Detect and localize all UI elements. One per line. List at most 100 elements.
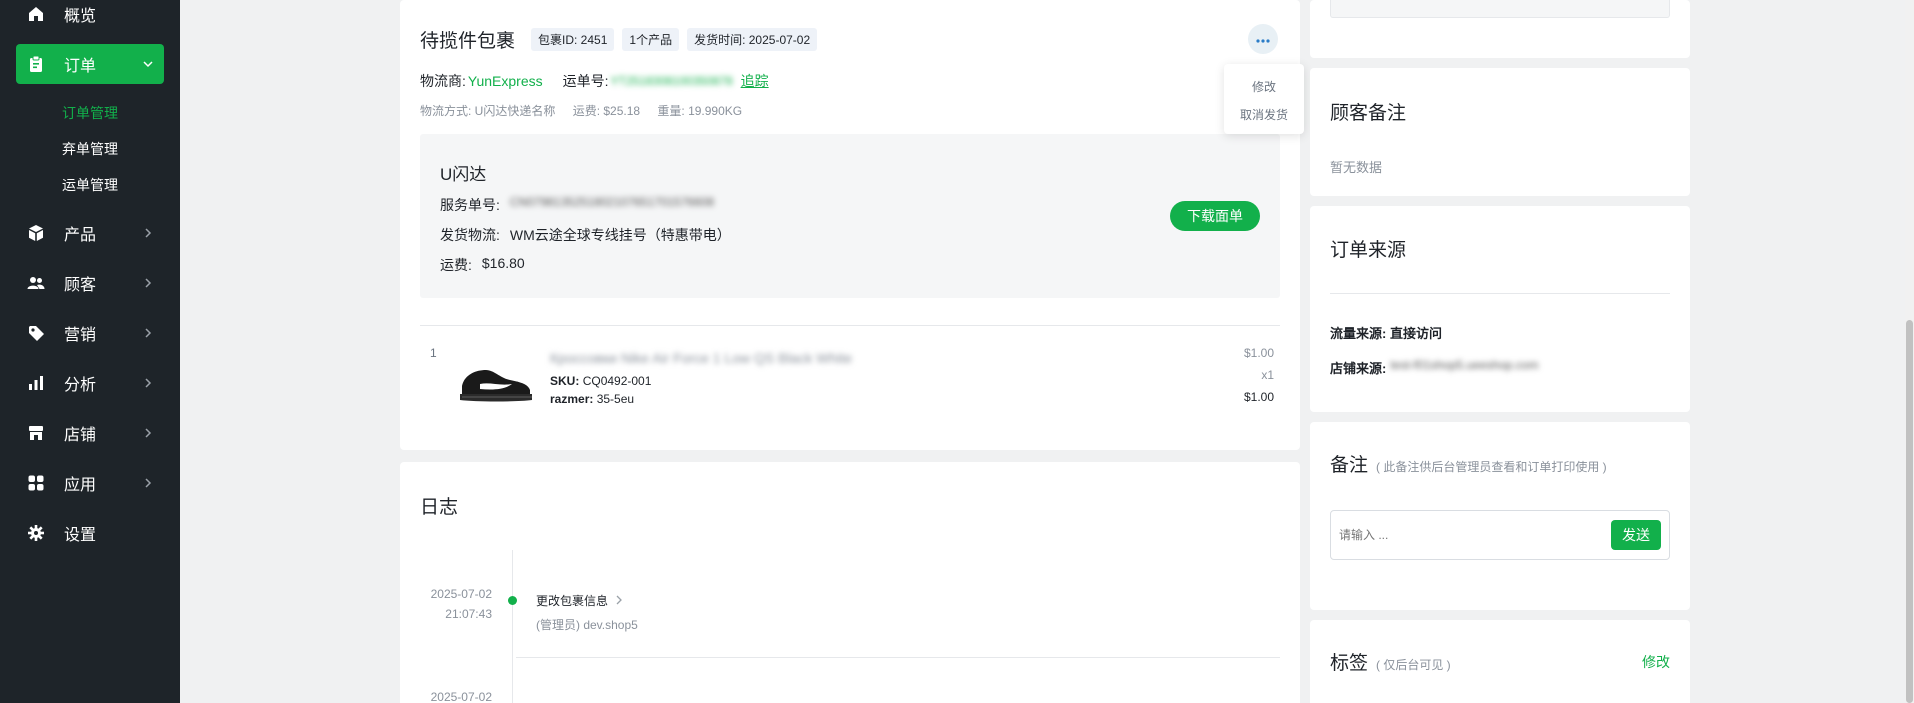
tag-icon [26,323,46,343]
clipboard-icon [26,54,46,74]
more-icon [1255,32,1271,47]
logistics-value: WM云途全球专线挂号（特惠带电） [509,227,731,243]
freight: 运费: $25.18 [572,104,641,118]
sidebar-subitem-waybill-management[interactable]: 运单管理 [62,175,118,195]
service-box: U闪达 服务单号: CN0798135251802107651701576608… [420,134,1280,298]
order-source-title: 订单来源 [1330,240,1407,261]
log-title: 日志 [420,497,459,518]
product-index: 1 [430,346,437,360]
menu-item-cancel-shipment[interactable]: 取消发货 [1224,106,1304,123]
chevron-right-icon [142,476,154,494]
divider [1330,293,1670,294]
sidebar-item-overview[interactable]: 概览 [16,0,164,34]
chevron-right-icon [142,426,154,444]
timeline-line [512,550,513,703]
tags-subtitle: ( 仅后台可见 ) [1376,658,1451,672]
attr-value: 35-5eu [596,392,635,406]
remark-title: 备注 [1330,455,1369,476]
order-source-card: 订单来源 流量来源: 直接访问 店铺来源: test-f01shop5.uees… [1310,206,1690,412]
chevron-down-icon [142,57,154,75]
tags-card: 标签 ( 仅后台可见 ) 修改 [1310,620,1690,703]
service-no-value: CN0798135251802107651701576608 [509,195,715,209]
tracking-number: YT2518308100350878 [610,74,733,88]
customer-note-empty: 暂无数据 [1330,160,1383,175]
log-entry-time: 21:07:43 [445,607,492,621]
sidebar-item-store[interactable]: 店铺 [16,413,164,453]
sidebar-item-customers[interactable]: 顾客 [16,263,164,303]
send-button[interactable]: 发送 [1611,520,1661,550]
package-card: 待揽件包裹 包裹ID: 2451 1个产品 发货时间: 2025-07-02 物… [400,0,1300,450]
apps-icon [26,473,46,493]
service-name: U闪达 [440,165,487,184]
download-label-button[interactable]: 下载面单 [1170,201,1260,231]
sidebar-item-label: 应用 [64,477,97,494]
sidebar-item-settings[interactable]: 设置 [16,513,164,553]
product-name[interactable]: Кроссовки Nike Air Force 1 Low QS Black … [550,350,852,366]
page-scrollbar[interactable] [1905,0,1914,703]
sidebar-item-label: 订单 [64,58,97,75]
log-entry-actor: (管理员) dev.shop5 [536,618,638,632]
scrollbar-thumb[interactable] [1906,320,1913,703]
divider [516,657,1280,658]
menu-item-edit[interactable]: 修改 [1224,78,1304,95]
chevron-right-icon [142,376,154,394]
log-entry-action[interactable]: 更改包裹信息 [536,592,624,609]
tags-edit-link[interactable]: 修改 [1642,652,1670,672]
tags-title: 标签 [1330,653,1369,674]
sidebar-item-analytics[interactable]: 分析 [16,363,164,403]
sidebar-item-label: 店铺 [64,427,97,444]
weight: 重量: 19.990KG [657,104,743,118]
carrier-label: 物流商: [420,73,466,89]
log-entry-date: 2025-07-02 [430,690,492,703]
more-options-button[interactable] [1248,24,1278,54]
chevron-right-icon [142,226,154,244]
sidebar-item-label: 营销 [64,327,97,344]
sidebar-item-label: 分析 [64,377,97,394]
unit-price: $1.00 [1243,346,1274,360]
tracking-label: 运单号: [562,73,609,89]
log-card: 日志 2025-07-02 21:07:43 更改包裹信息 (管理员) dev.… [400,462,1300,703]
product-count-tag: 1个产品 [622,28,680,51]
traffic-source-label: 流量来源: [1330,326,1387,341]
logistics-label: 发货物流: [440,227,500,243]
bar-chart-icon [26,373,46,393]
sidebar-subitem-abandoned-orders[interactable]: 弃单管理 [62,139,118,159]
sidebar-item-label: 顾客 [64,277,97,294]
ship-time-tag: 发货时间: 2025-07-02 [687,28,818,51]
sidebar-item-label: 概览 [64,8,97,25]
remark-input[interactable] [1339,523,1599,547]
quantity: x1 [1261,368,1274,382]
sidebar-item-marketing[interactable]: 营销 [16,313,164,353]
log-entry-action-label: 更改包裹信息 [536,594,609,608]
store-icon [26,423,46,443]
chevron-right-icon [142,276,154,294]
track-link[interactable]: 追踪 [741,71,769,91]
customer-note-card: 顾客备注 暂无数据 [1310,68,1690,196]
input-stub [1330,0,1670,18]
fee-label: 运费: [440,257,472,273]
users-icon [26,273,46,293]
customer-note-title: 顾客备注 [1330,103,1407,124]
home-icon [26,4,46,24]
sidebar-item-apps[interactable]: 应用 [16,463,164,503]
remark-card: 备注 ( 此备注供后台管理员查看和订单打印使用 ) 发送 [1310,422,1690,610]
gear-icon [26,523,46,543]
remark-subtitle: ( 此备注供后台管理员查看和订单打印使用 ) [1376,460,1607,474]
fee-value: $16.80 [481,255,525,271]
chevron-right-icon [614,594,624,608]
chevron-right-icon [142,326,154,344]
carrier-value: YunExpress [467,73,543,89]
store-source-label: 店铺来源: [1330,361,1387,376]
sku-label: SKU: [550,374,580,388]
sidebar-item-products[interactable]: 产品 [16,213,164,253]
product-image [456,356,536,406]
traffic-source-value: 直接访问 [1389,326,1442,341]
sidebar: 概览 订单 订单管理 弃单管理 运单管理 产品 顾客 营销 分析 店铺 应用 设… [0,0,180,703]
store-source-value: test-f01shop5.ueeshop.com [1390,358,1539,372]
sidebar-item-label: 产品 [64,227,97,244]
service-no-label: 服务单号: [440,197,500,213]
sidebar-item-orders[interactable]: 订单 [16,44,164,84]
sidebar-subitem-order-management[interactable]: 订单管理 [62,103,118,123]
package-id-tag: 包裹ID: 2451 [531,28,615,51]
timeline-dot [508,596,517,605]
